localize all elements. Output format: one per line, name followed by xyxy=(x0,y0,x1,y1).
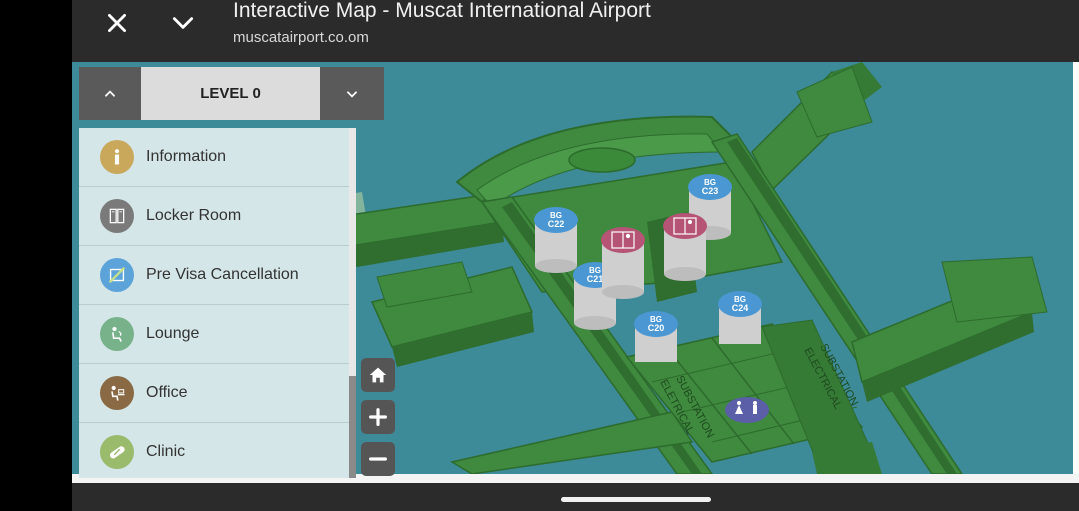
browser-header: Interactive Map - Muscat International A… xyxy=(72,0,1079,62)
map-scroll-edge xyxy=(1073,62,1079,474)
svg-text:C22: C22 xyxy=(548,219,565,229)
info-icon xyxy=(100,140,134,174)
poi-item-clinic[interactable]: Clinic xyxy=(79,423,349,478)
plus-icon xyxy=(369,408,387,426)
restroom-marker[interactable] xyxy=(725,397,769,423)
poi-label: Pre Visa Cancellation xyxy=(146,266,299,283)
lounge-icon xyxy=(100,317,134,351)
chevron-down-icon xyxy=(172,17,194,29)
locker-icon xyxy=(100,199,134,233)
chevron-down-icon xyxy=(347,90,357,98)
poi-label: Lounge xyxy=(146,325,200,342)
close-icon xyxy=(108,14,126,32)
clinic-icon xyxy=(100,435,134,469)
poi-scrollbar-thumb[interactable] xyxy=(349,376,356,478)
poi-label: Locker Room xyxy=(146,207,242,224)
page-url: muscatairport.co.om xyxy=(233,29,369,46)
zoom-in-button[interactable] xyxy=(361,400,395,434)
chevron-up-icon xyxy=(105,89,115,97)
level-down-button[interactable] xyxy=(320,67,384,120)
poi-item-locker-room[interactable]: Locker Room xyxy=(79,187,349,246)
gate-marker-c22[interactable]: BG C22 xyxy=(534,207,578,273)
svg-text:C20: C20 xyxy=(648,323,665,333)
home-indicator[interactable] xyxy=(561,497,711,502)
zoom-out-button[interactable] xyxy=(361,442,395,476)
poi-list[interactable]: Information Locker Room Pre Visa Cancell… xyxy=(79,128,349,478)
gate-marker-c24[interactable]: BG C24 xyxy=(718,291,762,344)
close-button[interactable] xyxy=(97,6,137,40)
elevator-marker-2[interactable] xyxy=(663,213,707,281)
collapse-button[interactable] xyxy=(163,6,203,40)
poi-label: Clinic xyxy=(146,443,186,460)
poi-item-lounge[interactable]: Lounge xyxy=(79,305,349,364)
gate-marker-c20[interactable]: BG C20 xyxy=(634,311,678,362)
left-black-bar xyxy=(0,0,72,511)
svg-text:C24: C24 xyxy=(732,303,749,313)
office-icon xyxy=(100,376,134,410)
minus-icon xyxy=(369,457,387,461)
poi-label: Office xyxy=(146,384,188,401)
poi-item-pre-visa-cancellation[interactable]: Pre Visa Cancellation xyxy=(79,246,349,305)
level-selector: LEVEL 0 xyxy=(79,67,384,120)
level-label: LEVEL 0 xyxy=(141,67,320,120)
poi-item-office[interactable]: Office xyxy=(79,364,349,423)
level-up-button[interactable] xyxy=(79,67,141,120)
visa-icon xyxy=(100,258,134,292)
poi-label: Information xyxy=(146,148,227,165)
svg-text:C23: C23 xyxy=(702,186,719,196)
elevator-marker-1[interactable] xyxy=(601,227,645,299)
svg-text:C21: C21 xyxy=(587,274,604,284)
home-view-button[interactable] xyxy=(361,358,395,392)
page-title: Interactive Map - Muscat International A… xyxy=(233,0,651,22)
home-icon xyxy=(369,367,387,383)
poi-item-information[interactable]: Information xyxy=(79,128,349,187)
